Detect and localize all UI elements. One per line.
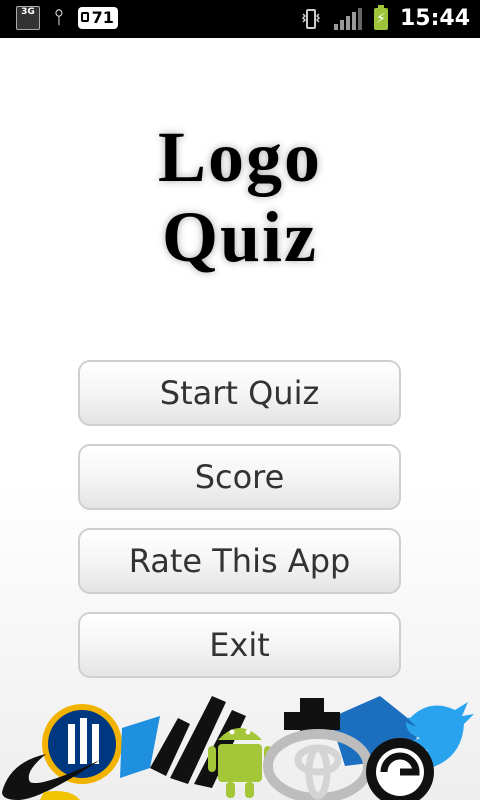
vibrate-icon: [300, 8, 322, 30]
status-bar-right: ⚡ 15:44: [300, 4, 470, 34]
score-button[interactable]: Score: [78, 444, 401, 510]
exit-button[interactable]: Exit: [78, 612, 401, 678]
allianz-logo-icon: [42, 704, 122, 784]
notification-count: 71: [91, 8, 114, 27]
yellow-accent-icon: [40, 791, 80, 800]
usb-icon: ⫯: [54, 5, 64, 30]
start-quiz-button[interactable]: Start Quiz: [78, 360, 401, 426]
status-bar: 3G ⫯ 71 ⚡ 15:44: [0, 0, 480, 38]
clock: 15:44: [399, 6, 470, 31]
app-title-line2: Quiz: [161, 197, 318, 277]
signal-icon: [333, 8, 362, 30]
status-bar-left: 3G ⫯ 71: [16, 6, 118, 30]
notification-count-icon: 71: [77, 7, 118, 29]
battery-charging-icon: ⚡: [373, 5, 388, 30]
logo-strip: [0, 688, 480, 804]
toyota-logo-icon: [263, 729, 373, 803]
3g-data-icon: 3G: [16, 6, 40, 30]
rate-app-button[interactable]: Rate This App: [78, 528, 401, 594]
app-title-line1: Logo: [157, 117, 323, 197]
